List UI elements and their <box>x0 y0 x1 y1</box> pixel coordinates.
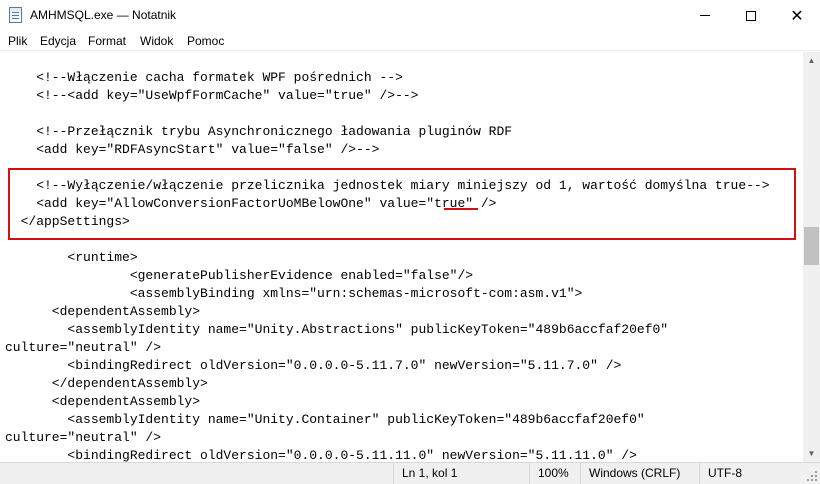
vertical-scrollbar[interactable]: ▲ ▼ <box>803 52 820 462</box>
editor-line-22: culture="neutral" /> <box>5 430 162 445</box>
minimize-icon <box>700 15 710 16</box>
editor-line-6: <add key="RDFAsyncStart" value="false" /… <box>5 142 380 157</box>
minimize-button[interactable] <box>682 0 728 31</box>
editor-line-3: <!--<add key="UseWpfFormCache" value="tr… <box>5 88 419 103</box>
editor-line-20: <dependentAssembly> <box>5 394 201 409</box>
chevron-up-icon: ▲ <box>807 56 816 65</box>
menu-plik[interactable]: Plik <box>8 34 27 48</box>
close-button[interactable]: ✕ <box>774 0 820 31</box>
editor-line-14: <assemblyBinding xmlns="urn:schemas-micr… <box>5 286 583 301</box>
editor-line-15: <dependentAssembly> <box>5 304 201 319</box>
chevron-down-icon: ▼ <box>807 449 816 458</box>
scroll-down-button[interactable]: ▼ <box>803 445 820 462</box>
editor-line-13: <generatePublisherEvidence enabled="fals… <box>5 268 474 283</box>
scroll-thumb[interactable] <box>804 227 819 265</box>
status-cursor-position: Ln 1, kol 1 <box>393 463 529 484</box>
editor-line-17: culture="neutral" /> <box>5 340 162 355</box>
notepad-icon <box>9 7 22 23</box>
maximize-button[interactable] <box>728 0 774 31</box>
editor-line-16: <assemblyIdentity name="Unity.Abstractio… <box>5 322 669 337</box>
menu-edycja[interactable]: Edycja <box>40 34 76 48</box>
editor-line-12: <runtime> <box>5 250 138 265</box>
editor-line-18: <bindingRedirect oldVersion="0.0.0.0-5.1… <box>5 358 622 373</box>
menu-widok[interactable]: Widok <box>140 34 173 48</box>
text-editor[interactable]: <!--Włączenie cacha formatek WPF pośredn… <box>0 52 803 462</box>
editor-line-5: <!--Przełącznik trybu Asynchronicznego ł… <box>5 124 513 139</box>
editor-line-21: <assemblyIdentity name="Unity.Container"… <box>5 412 645 427</box>
editor-line-19: </dependentAssembly> <box>5 376 208 391</box>
resize-grip-icon[interactable] <box>806 470 818 482</box>
editor-line-2: <!--Włączenie cacha formatek WPF pośredn… <box>5 70 403 85</box>
scroll-up-button[interactable]: ▲ <box>803 52 820 69</box>
highlight-box <box>8 168 796 240</box>
value-underline-mark <box>444 208 478 210</box>
status-line-ending: Windows (CRLF) <box>580 463 699 484</box>
status-zoom: 100% <box>529 463 580 484</box>
menu-bar: Plik Edycja Format Widok Pomoc <box>0 31 820 51</box>
status-bar: Ln 1, kol 1 100% Windows (CRLF) UTF-8 <box>0 462 820 484</box>
status-encoding: UTF-8 <box>699 463 806 484</box>
window-title: AMHMSQL.exe — Notatnik <box>30 8 177 22</box>
editor-line-23: <bindingRedirect oldVersion="0.0.0.0-5.1… <box>5 448 637 462</box>
menu-format[interactable]: Format <box>88 34 126 48</box>
menu-pomoc[interactable]: Pomoc <box>187 34 224 48</box>
maximize-icon <box>746 10 756 21</box>
title-bar[interactable]: AMHMSQL.exe — Notatnik ✕ <box>0 0 820 31</box>
close-icon: ✕ <box>790 5 804 25</box>
